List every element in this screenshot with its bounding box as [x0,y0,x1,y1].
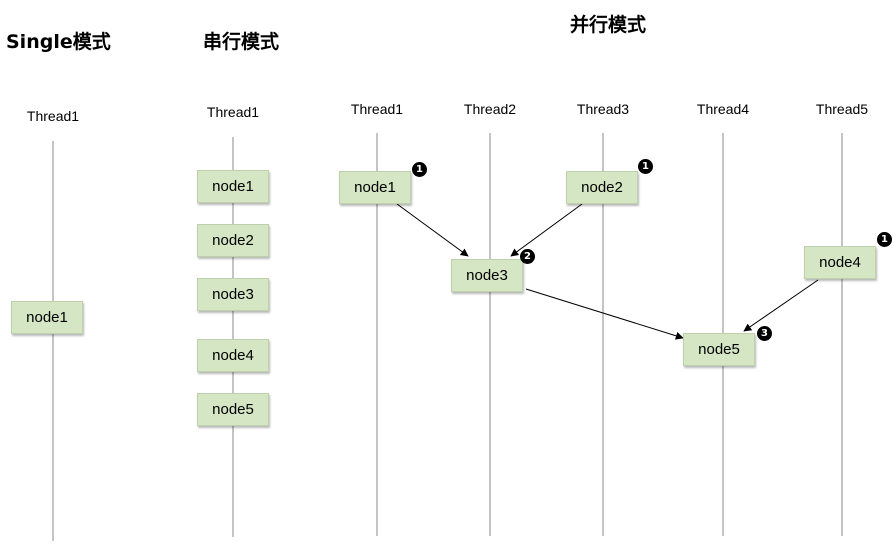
parallel-node2[interactable]: node2 [566,171,638,204]
serial-thread1-label: Thread1 [206,104,260,120]
step-badge-node2: 1 [638,159,653,174]
step-badge-node1: 1 [412,162,427,177]
step-badge-node3: 2 [520,249,535,264]
serial-node5[interactable]: node5 [197,393,269,426]
single-mode-title: Single模式 [6,31,111,53]
parallel-node1[interactable]: node1 [339,171,411,204]
dependency-arrows [396,203,819,340]
parallel-node3[interactable]: node3 [451,259,523,292]
serial-node4[interactable]: node4 [197,339,269,372]
single-thread1-lane [52,141,54,541]
edge-node2-node3 [510,203,583,257]
parallel-thread3-label: Thread3 [576,101,630,117]
edge-node1-node3 [396,203,469,257]
serial-node2[interactable]: node2 [197,224,269,257]
parallel-thread2-lane [489,133,491,536]
single-thread1-label: Thread1 [26,108,80,124]
parallel-thread2-label: Thread2 [463,101,517,117]
edge-node3-node5 [525,288,684,340]
single-node1[interactable]: node1 [11,301,83,334]
step-badge-node4: 1 [877,232,892,247]
parallel-node4[interactable]: node4 [804,246,876,279]
parallel-thread5-lane [841,133,843,536]
parallel-node5[interactable]: node5 [683,333,755,366]
serial-node1[interactable]: node1 [197,170,269,203]
parallel-mode-title: 并行模式 [570,14,647,36]
parallel-thread4-label: Thread4 [696,101,750,117]
parallel-thread1-label: Thread1 [350,101,404,117]
parallel-thread5-label: Thread5 [815,101,869,117]
edge-node4-node5 [743,279,819,332]
serial-node3[interactable]: node3 [197,278,269,311]
step-badge-node5: 3 [757,326,772,341]
serial-mode-title: 串行模式 [203,31,280,53]
